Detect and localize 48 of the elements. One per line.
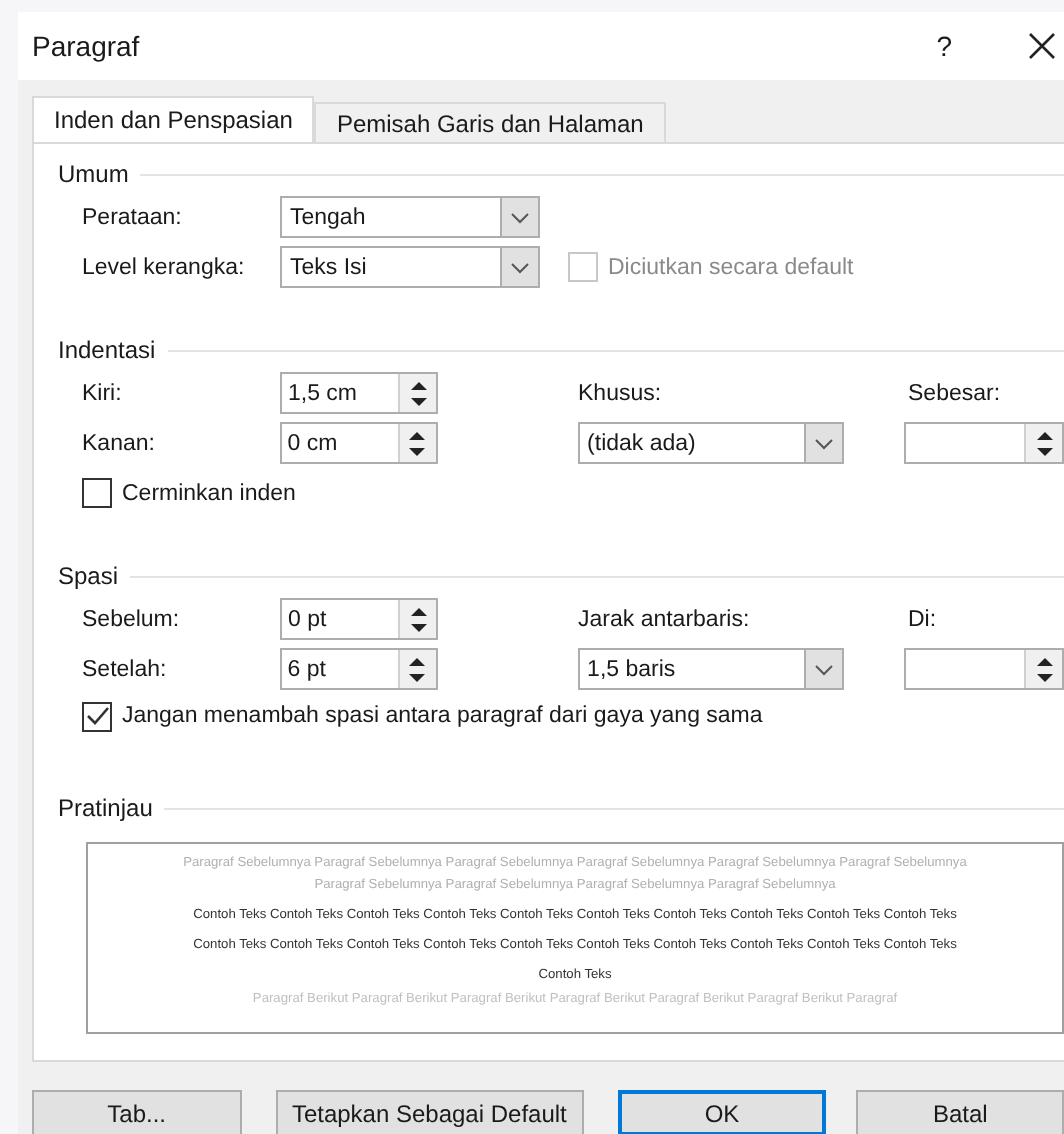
checkbox[interactable] <box>82 478 112 508</box>
field-label: Level kerangka: <box>82 255 247 279</box>
field-label: Sebesar: <box>908 381 1001 405</box>
chevron-icon <box>814 663 835 675</box>
alignment-dropdown[interactable]: Tengah <box>280 196 540 238</box>
outline-level-dropdown[interactable]: Teks Isi <box>280 246 540 288</box>
spin-arrows-icon <box>408 655 427 683</box>
field-label: Sebelum: <box>82 607 182 631</box>
dialog-button[interactable]: Batal <box>856 1090 1064 1134</box>
field-label: Kiri: <box>82 381 124 405</box>
window-title: Paragraf <box>32 30 142 62</box>
tab[interactable]: Inden dan Penspasian <box>32 96 315 142</box>
spacing-after-spinbox[interactable]: 6 pt <box>279 648 438 690</box>
help-button[interactable]: ? <box>936 30 952 62</box>
spin-arrows-icon <box>1035 429 1053 457</box>
checkbox[interactable] <box>82 701 112 731</box>
indent-by-spinbox[interactable] <box>904 422 1064 464</box>
spin-arrows-icon <box>1035 655 1053 683</box>
checkbox-label: Cerminkan inden <box>122 481 296 505</box>
section-heading: Indentasi <box>58 336 156 364</box>
field-label: Jarak antarbaris: <box>578 607 752 631</box>
field-label: Kanan: <box>82 431 157 455</box>
special-indent-dropdown[interactable]: (tidak ada) <box>577 422 845 464</box>
right-indent-spinbox[interactable]: 0 cm <box>279 422 438 464</box>
spin-arrows-icon <box>409 605 427 633</box>
field-label: Di: <box>908 607 937 631</box>
field-label: Setelah: <box>82 657 169 681</box>
checkbox-label: Jangan menambah spasi antara paragraf dari gaya yang sama <box>122 704 763 728</box>
spacing-at-spinbox[interactable] <box>904 648 1064 690</box>
checkbox-label: Diciutkan secara default <box>608 255 854 279</box>
field-label: Perataan: <box>82 205 184 229</box>
section-heading: Spasi <box>58 562 119 590</box>
field-label: Khusus: <box>578 381 664 405</box>
spin-arrows-icon <box>409 379 427 407</box>
section-heading: Umum <box>58 160 129 188</box>
section-heading: Pratinjau <box>58 794 153 822</box>
spacing-before-spinbox[interactable]: 0 pt <box>280 598 438 640</box>
dialog-button[interactable]: Tetapkan Sebagai Default <box>275 1090 584 1134</box>
chevron-icon <box>510 211 530 223</box>
dialog-button[interactable]: OK <box>617 1090 827 1134</box>
left-indent-spinbox[interactable]: 1,5 cm <box>280 372 438 414</box>
line-spacing-dropdown[interactable]: 1,5 baris <box>577 648 845 690</box>
spin-arrows-icon <box>408 429 427 457</box>
tab[interactable]: Pemisah Garis dan Halaman <box>314 102 666 142</box>
chevron-icon <box>510 261 530 273</box>
close-icon[interactable] <box>1028 32 1056 60</box>
chevron-icon <box>814 437 835 449</box>
dialog-button[interactable]: Tab... <box>32 1090 242 1134</box>
